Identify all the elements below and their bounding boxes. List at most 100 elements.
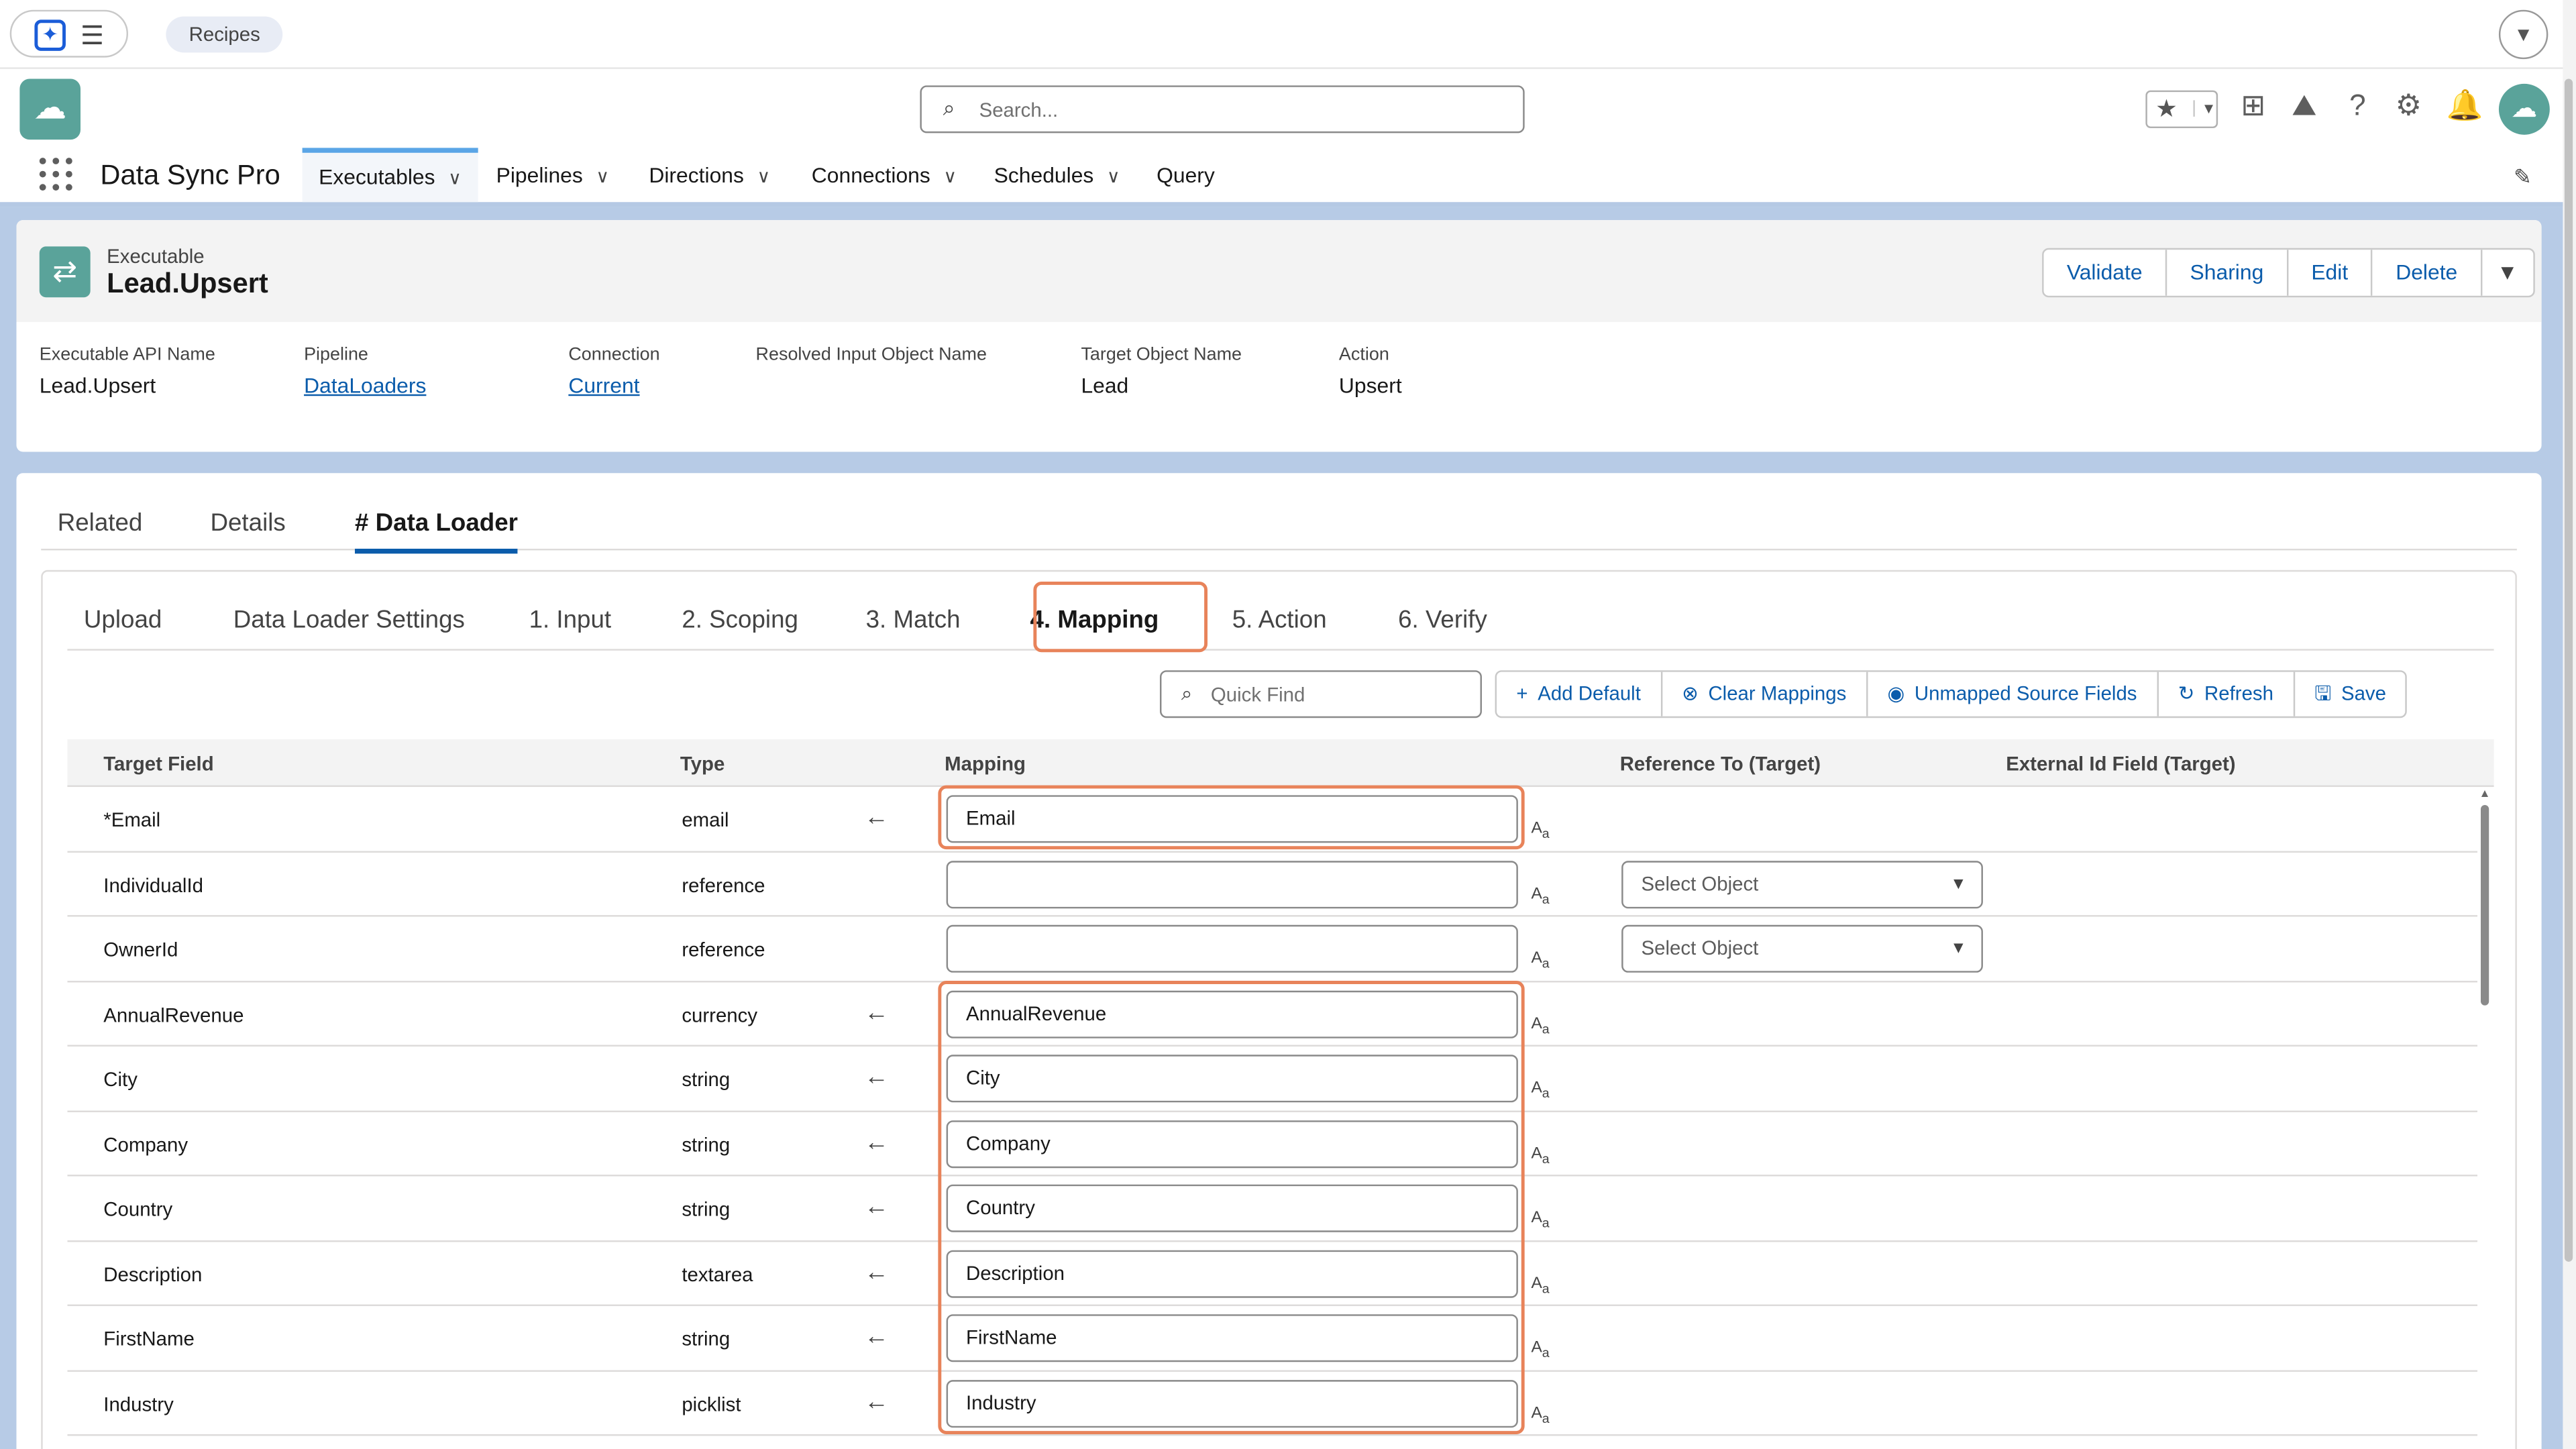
recipes-tab[interactable]: Recipes <box>166 16 284 53</box>
chevron-down-icon[interactable]: ∨ <box>596 168 609 187</box>
tab-action[interactable]: 5. Action <box>1232 606 1327 635</box>
top-strip: ✦ ☰ Recipes ▼ <box>0 0 2576 69</box>
trailhead-icon[interactable]: ⛰ <box>2292 89 2316 123</box>
chevron-down-icon[interactable]: ∨ <box>448 169 462 189</box>
mapping-input[interactable] <box>946 860 1518 908</box>
select-object-dropdown[interactable]: Select Object ▼ <box>1621 924 1983 973</box>
field-type: reference <box>682 938 765 961</box>
text-type-icon: Aa <box>1531 1274 1550 1296</box>
chevron-down-icon[interactable]: ▼ <box>2498 9 2548 60</box>
nav-item-executables[interactable]: Executables ∨ <box>302 148 478 203</box>
tab-scoping[interactable]: 2. Scoping <box>682 606 798 635</box>
text-type-icon: Aa <box>1531 820 1550 841</box>
field-type: string <box>682 1132 731 1156</box>
avatar[interactable]: ☁ <box>2498 83 2550 135</box>
record-type: Executable <box>107 244 205 268</box>
field-type: string <box>682 1327 731 1351</box>
edit-nav-icon[interactable]: ✎ <box>2514 164 2532 191</box>
edit-button[interactable]: Edit <box>2288 250 2373 296</box>
clear-mappings-button[interactable]: ⊗ Clear Mappings <box>1662 672 1868 716</box>
add-default-button[interactable]: + Add Default <box>1497 672 1662 716</box>
nav-item-schedules[interactable]: Schedules ∨ <box>977 148 1120 202</box>
executable-icon: ⇄ <box>39 246 91 298</box>
connection-link[interactable]: Current <box>568 373 659 398</box>
nav-label: Pipelines <box>496 162 583 188</box>
nav-item-connections[interactable]: Connections ∨ <box>795 148 957 202</box>
global-header: ☁ ⌕ Search... ★ ▼ ⊞ ⛰ ? ⚙ 🔔 ☁ <box>0 68 2576 148</box>
tab-verify[interactable]: 6. Verify <box>1398 606 1487 635</box>
mapping-input[interactable] <box>946 924 1518 973</box>
text-type-icon: Aa <box>1531 884 1550 906</box>
nav-item-query[interactable]: Query <box>1140 148 1215 202</box>
nav-item-pipelines[interactable]: Pipelines ∨ <box>480 148 610 202</box>
page-scrollbar[interactable] <box>2563 0 2576 1449</box>
delete-button[interactable]: Delete <box>2373 250 2482 296</box>
nav-label: Directions <box>649 162 744 188</box>
field-api-name: Executable API Name Lead.Upsert <box>40 345 215 397</box>
field-value: Lead <box>1081 372 1129 398</box>
scroll-up-icon[interactable]: ▲ <box>2479 789 2491 800</box>
nav-label: Query <box>1157 162 1215 188</box>
field-label: Pipeline <box>304 345 368 365</box>
gear-icon[interactable]: ⚙ <box>2396 89 2422 123</box>
record-actions: Validate Sharing Edit Delete ▼ <box>2042 248 2535 298</box>
quick-find-input[interactable]: ⌕ Quick Find <box>1159 670 1482 718</box>
sharing-button[interactable]: Sharing <box>2167 250 2289 296</box>
nav-item-directions[interactable]: Directions ∨ <box>633 148 770 202</box>
arrow-left-icon: ← <box>864 1387 889 1415</box>
text-type-icon: Aa <box>1531 949 1550 971</box>
refresh-button[interactable]: ↻ Refresh <box>2158 672 2295 716</box>
help-icon[interactable]: ? <box>2349 89 2366 123</box>
mapping-table-header: Target Field Type Mapping Reference To (… <box>67 739 2494 788</box>
search-icon: ⌕ <box>1181 682 1193 705</box>
unmapped-source-fields-button[interactable]: ◉ Unmapped Source Fields <box>1868 672 2159 716</box>
arrow-left-icon: ← <box>864 1063 889 1091</box>
field-label: Target Object Name <box>1081 345 1242 365</box>
app-launcher-icon[interactable] <box>39 158 72 191</box>
chevron-down-icon[interactable]: ∨ <box>757 168 770 187</box>
target-field: OwnerId <box>103 938 178 961</box>
field-type: reference <box>682 873 765 896</box>
data-loader-tabs: Upload Data Loader Settings 1. Input 2. … <box>67 572 2494 653</box>
add-icon[interactable]: ⊞ <box>2241 89 2265 123</box>
app-nav: Data Sync Pro Executables ∨ Pipelines ∨ Di… <box>0 148 2576 207</box>
tab-match[interactable]: 3. Match <box>866 606 961 635</box>
global-search[interactable]: ⌕ Search... <box>920 85 1525 133</box>
clear-icon: ⊗ <box>1682 682 1699 705</box>
field-type: picklist <box>682 1392 741 1415</box>
app-name: Data Sync Pro <box>100 159 280 191</box>
target-field: City <box>103 1067 138 1091</box>
more-actions-button[interactable]: ▼ <box>2482 250 2533 296</box>
chevron-down-icon[interactable]: ∨ <box>943 168 957 187</box>
arrow-left-icon: ← <box>864 1192 889 1221</box>
field-value: Lead.Upsert <box>39 372 156 398</box>
tab-input[interactable]: 1. Input <box>529 606 612 635</box>
tab-upload[interactable]: Upload <box>84 606 162 635</box>
star-icon: ★ <box>2155 95 2178 123</box>
table-scrollbar[interactable]: ▲ <box>2479 789 2491 1446</box>
text-type-icon: Aa <box>1531 1144 1550 1166</box>
tab-related[interactable]: Related <box>58 509 143 537</box>
record-title: Lead.Upsert <box>107 268 268 299</box>
select-placeholder: Select Object <box>1641 936 1759 960</box>
save-button[interactable]: 🖫 Save <box>2295 672 2406 716</box>
field-target-object: Target Object Name Lead <box>1081 345 1242 397</box>
text-type-icon: Aa <box>1531 1403 1550 1426</box>
validate-button[interactable]: Validate <box>2044 250 2167 296</box>
bell-icon[interactable]: 🔔 <box>2447 89 2483 123</box>
field-type: textarea <box>682 1263 753 1286</box>
favorites-button[interactable]: ★ ▼ <box>2145 90 2218 129</box>
search-placeholder: Search... <box>979 98 1059 122</box>
select-object-dropdown[interactable]: Select Object ▼ <box>1621 860 1983 908</box>
pipeline-link[interactable]: DataLoaders <box>304 373 426 398</box>
tab-data-loader[interactable]: # Data Loader <box>354 509 518 554</box>
chevron-down-icon[interactable]: ∨ <box>1107 168 1120 187</box>
mapping-actions: + Add Default ⊗ Clear Mappings ◉ Unmapped S… <box>1495 670 2408 718</box>
column-header: Target Field <box>103 752 214 775</box>
org-logo[interactable]: ☁ <box>19 78 81 140</box>
agent-menu-button[interactable]: ✦ ☰ <box>9 9 129 58</box>
text-type-icon: Aa <box>1531 1338 1550 1360</box>
chevron-down-icon: ▼ <box>2193 100 2216 117</box>
tab-details[interactable]: Details <box>210 509 285 537</box>
tab-data-loader-settings[interactable]: Data Loader Settings <box>233 606 465 635</box>
